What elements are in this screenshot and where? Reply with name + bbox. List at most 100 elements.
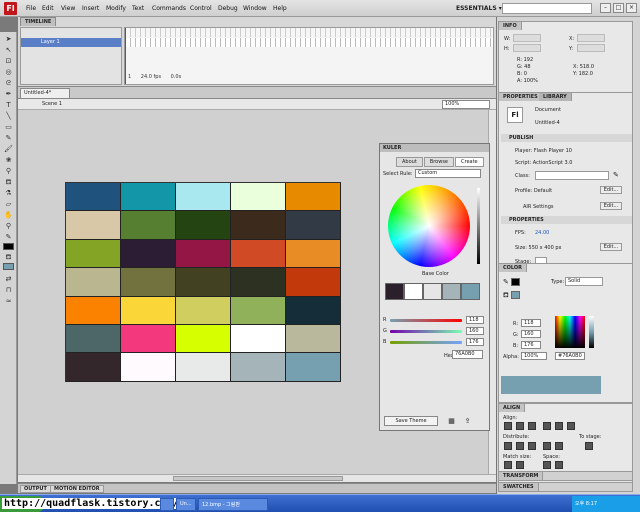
tab-properties[interactable]: PROPERTIES [499,93,543,101]
match-width-icon[interactable] [504,461,512,469]
eraser-tool-icon[interactable]: ▱ [3,199,14,209]
menu-window[interactable]: Window [243,5,267,12]
tab-browse[interactable]: Browse [423,157,455,167]
bone-tool-icon[interactable]: ⚲ [3,166,14,176]
swatch-cell[interactable] [231,239,286,269]
swatch-cell[interactable] [286,353,341,382]
distribute-bottom-icon[interactable] [528,442,536,450]
stroke-color-swatch[interactable] [3,243,14,250]
w-field[interactable] [513,34,541,42]
g-input[interactable]: 160 [521,330,541,338]
tab-align[interactable]: ALIGN [499,404,526,412]
eyedropper-tool-icon[interactable]: ⚗ [3,188,14,198]
horizontal-scrollbar[interactable] [18,474,496,482]
pencil-tool-icon[interactable]: ✎ [3,133,14,143]
edit-class-pencil-icon[interactable]: ✎ [613,171,619,179]
swatch-cell[interactable] [176,324,231,354]
tab-timeline[interactable]: TIMELINE [20,17,57,26]
menu-debug[interactable]: Debug [218,5,238,12]
save-theme-button[interactable]: Save Theme [384,416,438,426]
g-value[interactable]: 160 [466,327,484,335]
swatch-cell[interactable] [176,296,231,325]
brightness-slider[interactable] [477,188,480,264]
hand-tool-icon[interactable]: ✋ [3,210,14,220]
menu-view[interactable]: View [61,5,75,12]
swatch-cell[interactable] [231,296,286,325]
menu-insert[interactable]: Insert [82,5,99,12]
align-bottom-icon[interactable] [567,422,575,430]
lasso-tool-icon[interactable]: ᘓ [3,78,14,88]
swatch-cell[interactable] [231,268,286,297]
swatch-cell[interactable] [66,183,121,212]
align-top-icon[interactable] [543,422,551,430]
distribute-vcenter-icon[interactable] [516,442,524,450]
menu-commands[interactable]: Commands [152,5,186,12]
swatch-cell[interactable] [286,211,341,240]
swatch-cell[interactable] [121,239,176,269]
taskbar-item-paint[interactable]: 12.bmp - 그림판 [198,498,268,511]
swatch-cell[interactable] [66,296,121,325]
menu-edit[interactable]: Edit [42,5,54,12]
menu-text[interactable]: Text [132,5,144,12]
swatch-cell[interactable] [176,183,231,212]
selection-tool-icon[interactable]: ➤ [3,34,14,44]
color-swatch-grid[interactable] [65,182,341,382]
close-icon[interactable]: × [626,3,637,13]
tab-about[interactable]: About [396,157,423,167]
brightness-bar[interactable] [589,316,594,348]
pen-tool-icon[interactable]: ✒ [3,89,14,99]
fill-swatch[interactable] [511,291,520,299]
brush-tool-icon[interactable]: 🖌 [3,144,14,154]
g-slider[interactable] [390,330,462,333]
zoom-tool-icon[interactable]: ⚲ [3,221,14,231]
swatch-cell[interactable] [176,239,231,269]
tab-color[interactable]: COLOR [499,264,528,272]
playhead[interactable] [125,28,126,84]
align-right-icon[interactable] [528,422,536,430]
upload-theme-icon[interactable]: ⇪ [462,416,473,426]
rectangle-tool-icon[interactable]: ▭ [3,122,14,132]
fill-color-icon[interactable]: ⛾ [3,252,14,262]
zoom-select[interactable]: 100% [442,100,490,109]
theme-swatch[interactable] [461,283,480,300]
menu-modify[interactable]: Modify [106,5,126,12]
align-hcenter-icon[interactable] [516,422,524,430]
b-value[interactable]: 176 [466,338,484,346]
color-wheel[interactable] [388,185,470,267]
r-value[interactable]: 118 [466,316,484,324]
swatch-cell[interactable] [66,268,121,297]
distribute-left-icon[interactable] [543,442,551,450]
swatch-cell[interactable] [121,183,176,212]
swatch-cell[interactable] [231,183,286,212]
properties-section[interactable]: PROPERTIES [501,216,632,224]
edit-size-button[interactable]: Edit... [600,243,622,251]
match-height-icon[interactable] [516,461,524,469]
line-tool-icon[interactable]: ╲ [3,111,14,121]
fps-value[interactable]: 24.00 [535,230,549,236]
maximize-icon[interactable]: □ [613,3,624,13]
subselection-tool-icon[interactable]: ↖ [3,45,14,55]
tab-output[interactable]: OUTPUT [20,485,51,493]
swatch-cell[interactable] [176,211,231,240]
swatch-cell[interactable] [66,353,121,382]
align-vcenter-icon[interactable] [555,422,563,430]
frame-ruler[interactable] [125,28,493,37]
x-field[interactable] [577,34,605,42]
swatch-cell[interactable] [286,296,341,325]
workspace-switcher[interactable]: ESSENTIALS ▾ [456,5,502,12]
layer-row[interactable]: Layer 1 [21,38,121,47]
select-rule-dropdown[interactable]: Custom [415,169,481,178]
tab-info[interactable]: INFO [499,22,522,30]
tab-transform[interactable]: TRANSFORM [499,472,544,480]
tab-motion-editor[interactable]: MOTION EDITOR [50,485,104,493]
paint-bucket-tool-icon[interactable]: ⛾ [3,177,14,187]
swatch-cell[interactable] [66,211,121,240]
swatch-cell[interactable] [121,324,176,354]
tab-create[interactable]: Create [455,157,484,167]
stroke-pencil-icon[interactable]: ✎ [503,278,509,286]
swatch-cell[interactable] [286,324,341,354]
color-spectrum[interactable] [555,316,585,348]
swatch-cell[interactable] [176,268,231,297]
swatch-cell[interactable] [286,268,341,297]
y-field[interactable] [577,44,605,52]
